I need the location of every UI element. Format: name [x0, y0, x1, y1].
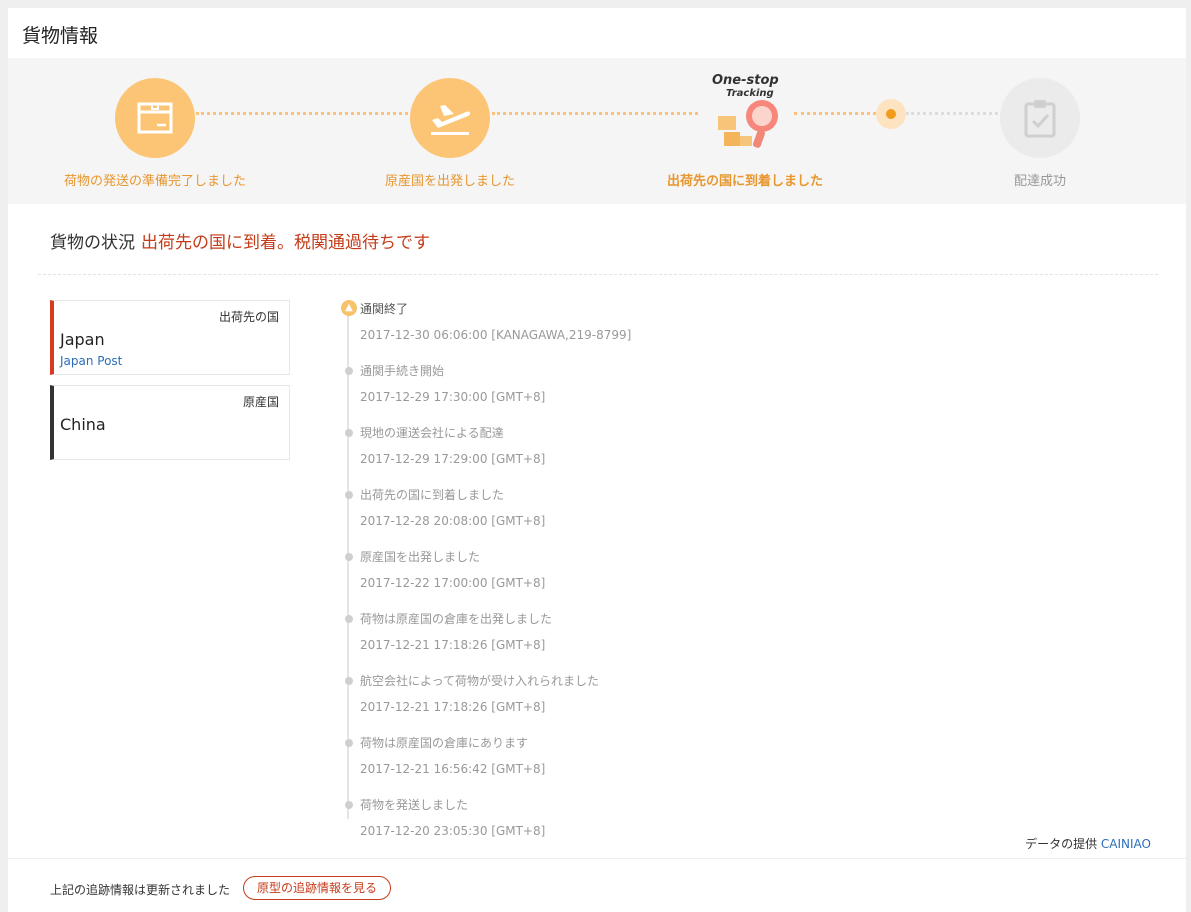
timeline-item: 航空会社によって荷物が受け入れられました 2017-12-21 17:18:26 …: [345, 672, 880, 714]
cainiao-link[interactable]: CAINIAO: [1101, 837, 1151, 851]
timeline-event: 原産国を出発しました: [360, 550, 481, 564]
destination-carrier-link[interactable]: Japan Post: [60, 354, 122, 368]
cargo-status: 貨物の状況 出荷先の国に到着。税関通過待ちです: [50, 228, 430, 253]
timeline-dot: [345, 801, 353, 809]
timeline-dot: [345, 739, 353, 747]
timeline-dot: [345, 677, 353, 685]
current-step-marker: [876, 99, 906, 129]
timeline-item: 荷物は原産国の倉庫にあります 2017-12-21 16:56:42 [GMT+8…: [345, 734, 880, 776]
divider: [38, 274, 1158, 275]
timeline-event: 現地の運送会社による配達: [360, 426, 504, 440]
timeline-item: 通関手続き開始 2017-12-29 17:30:00 [GMT+8]: [345, 362, 880, 404]
cargo-panel: 貨物情報 One-stop Tracking 荷物の発送の準備完了しました 原産…: [8, 8, 1186, 912]
timeline-time: 2017-12-21 17:18:26 [GMT+8]: [360, 700, 546, 714]
credit-text: データの提供: [1025, 837, 1098, 851]
step-2-label: 原産国を出発しました: [384, 174, 515, 189]
one-stop-tracking-icon: One-stop Tracking: [710, 70, 790, 150]
package-icon: [137, 102, 173, 134]
origin-country: China: [60, 415, 106, 434]
timeline-dot: [345, 553, 353, 561]
origin-role-label: 原産国: [242, 395, 279, 409]
timeline-time: 2017-12-20 23:05:30 [GMT+8]: [360, 824, 546, 838]
progress-connector: [196, 112, 414, 115]
data-credit: データの提供 CAINIAO: [1025, 835, 1151, 852]
step-1-circle: [115, 78, 195, 158]
timeline-event: 荷物は原産国の倉庫を出発しました: [360, 612, 553, 626]
timeline-event: 荷物を発送しました: [360, 798, 469, 812]
progress-connector: [492, 112, 698, 115]
destination-country-card[interactable]: 出荷先の国 Japan Japan Post: [50, 300, 290, 375]
step-4-label: 配達成功: [1013, 174, 1066, 189]
clipboard-check-icon: [1024, 100, 1056, 138]
timeline-dot: [345, 429, 353, 437]
timeline-time: 2017-12-29 17:30:00 [GMT+8]: [360, 390, 546, 404]
step-3-label: 出荷先の国に到着しました: [666, 174, 823, 189]
timeline-time: 2017-12-21 16:56:42 [GMT+8]: [360, 762, 546, 776]
update-note: 上記の追跡情報は更新されました: [50, 883, 231, 897]
timeline-item: ▲ 通関終了 2017-12-30 06:06:00 [KANAGAWA,219-8…: [341, 300, 880, 342]
timeline-event: 通関終了: [360, 302, 409, 316]
progress-connector: [906, 112, 998, 115]
footer-divider: [8, 858, 1186, 859]
airplane-takeoff-icon: [431, 105, 471, 135]
timeline-dot: [345, 491, 353, 499]
status-value: 出荷先の国に到着。税関通過待ちです: [141, 233, 430, 253]
timeline-item: 出荷先の国に到着しました 2017-12-28 20:08:00 [GMT+8]: [345, 486, 880, 528]
timeline-time: 2017-12-29 17:29:00 [GMT+8]: [360, 452, 546, 466]
progress-connector: [794, 112, 876, 115]
timeline-time: 2017-12-30 06:06:00 [KANAGAWA,219-8799]: [360, 328, 632, 342]
onestop-line2: Tracking: [726, 88, 774, 99]
origin-country-card[interactable]: 原産国 China: [50, 385, 290, 460]
timeline-event: 航空会社によって荷物が受け入れられました: [360, 674, 600, 688]
onestop-line1: One-stop: [712, 73, 779, 88]
timeline-event: 出荷先の国に到着しました: [360, 488, 505, 502]
timeline-item: 現地の運送会社による配達 2017-12-29 17:29:00 [GMT+8]: [345, 424, 880, 466]
step-2-circle: [410, 78, 490, 158]
timeline-event: 通関手続き開始: [360, 364, 445, 378]
destination-role-label: 出荷先の国: [218, 310, 279, 324]
timeline-dot: [345, 615, 353, 623]
timeline-item: 荷物を発送しました 2017-12-20 23:05:30 [GMT+8]: [345, 796, 880, 838]
step-4-circle: [1000, 78, 1080, 158]
destination-country: Japan: [60, 330, 105, 349]
page-title: 貨物情報: [22, 25, 99, 47]
timeline-current-icon: ▲: [341, 300, 357, 316]
progress-steps: One-stop Tracking 荷物の発送の準備完了しました 原産国を出発し…: [8, 58, 1186, 204]
timeline-time: 2017-12-22 17:00:00 [GMT+8]: [360, 576, 546, 590]
timeline-dot: [345, 367, 353, 375]
timeline-item: 原産国を出発しました 2017-12-22 17:00:00 [GMT+8]: [345, 548, 880, 590]
view-original-tracking-button[interactable]: 原型の追跡情報を見る: [243, 876, 392, 900]
timeline-event: 荷物は原産国の倉庫にあります: [360, 736, 529, 750]
status-label: 貨物の状況: [50, 233, 135, 253]
timeline-time: 2017-12-21 17:18:26 [GMT+8]: [360, 638, 546, 652]
step-1-label: 荷物の発送の準備完了しました: [63, 174, 246, 189]
timeline-item: 荷物は原産国の倉庫を出発しました 2017-12-21 17:18:26 [GMT…: [345, 610, 880, 652]
timeline-time: 2017-12-28 20:08:00 [GMT+8]: [360, 514, 546, 528]
